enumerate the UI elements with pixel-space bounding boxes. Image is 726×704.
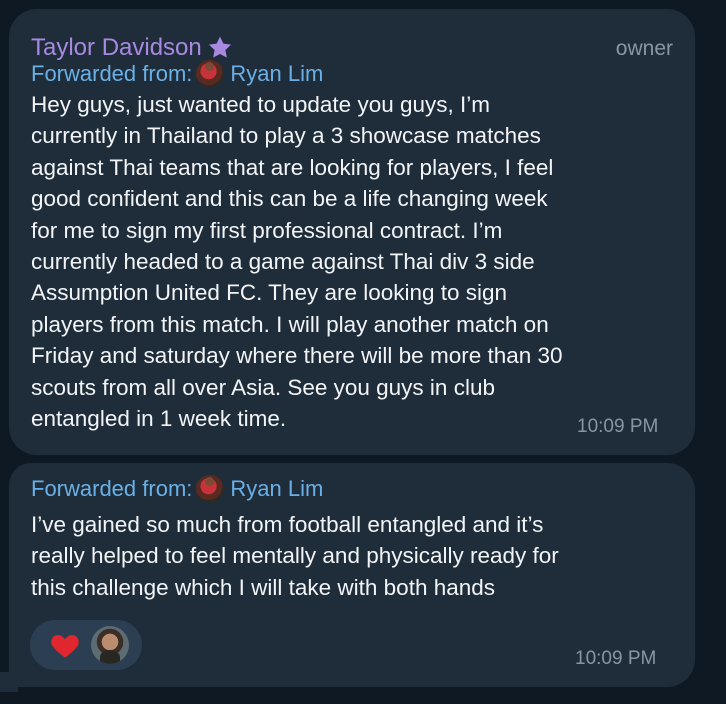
forwarded-label: Forwarded from: [31,61,193,86]
message-bubble[interactable]: Forwarded from: Ryan Lim I’ve gained so … [9,463,695,687]
chat-view: Taylor Davidson owner Forwarded from: Ry… [0,0,726,704]
forwarded-from[interactable]: Forwarded from: Ryan Lim [31,59,323,89]
reactor-avatar[interactable] [91,626,129,664]
message-time: 10:09 PM [577,416,659,437]
forwarded-name[interactable]: Ryan Lim [230,476,323,502]
star-icon [206,34,234,62]
message-time: 10:09 PM [575,648,657,669]
reaction-pill[interactable] [30,620,142,670]
avatar [196,475,225,503]
message-text: I’ve gained so much from football entang… [31,512,559,600]
message-bubble[interactable]: Taylor Davidson owner Forwarded from: Ry… [9,9,695,455]
heart-icon [50,631,80,659]
avatar [196,60,225,88]
role-tag: owner [615,37,673,60]
message-text: Hey guys, just wanted to update you guys… [31,92,563,432]
forwarded-name[interactable]: Ryan Lim [230,61,323,87]
forwarded-from[interactable]: Forwarded from: Ryan Lim [31,474,323,504]
forwarded-label: Forwarded from: [31,476,193,501]
